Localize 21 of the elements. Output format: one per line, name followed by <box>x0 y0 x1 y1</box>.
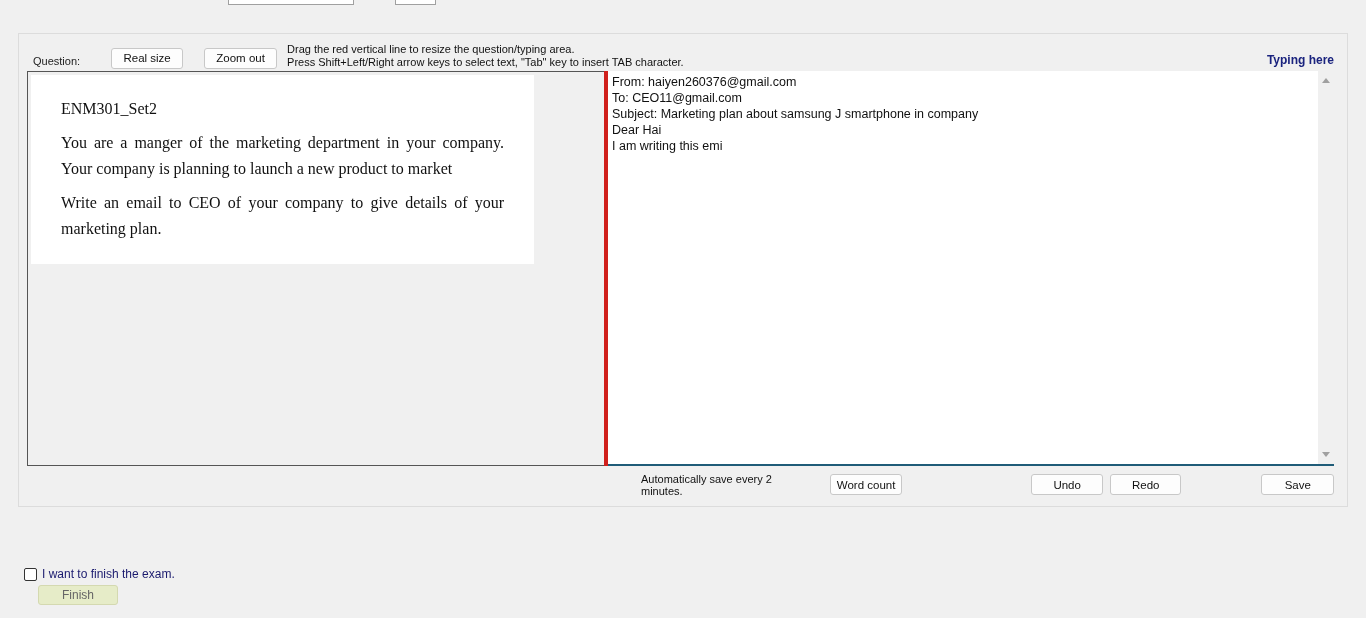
save-button[interactable]: Save <box>1261 474 1334 496</box>
scroll-down-icon[interactable] <box>1322 452 1330 459</box>
autosave-note: Automatically save every 2 minutes. <box>641 472 773 497</box>
question-title: ENM301_Set2 <box>61 98 158 119</box>
question-paragraph: You are a manger of the marketing department in your company. Your company is planning to launch a new product to market <box>61 133 504 180</box>
hint-text: Press Shift+Left/Right arrow keys to select text, "Tab" key to insert TAB character. <box>287 55 684 69</box>
zoom-out-button[interactable]: Zoom out <box>204 47 278 69</box>
finish-label: I want to finish the exam. <box>42 567 175 581</box>
scroll-up-icon[interactable] <box>1322 76 1330 83</box>
answer-field[interactable]: From: haiyen260376@gmail.com To: CEO11@gmail.com Subject: Marketing plan about samsung J smartphone in company Dear Hai I am writing this emi <box>608 70 1334 467</box>
word-count-button[interactable]: Word count <box>829 474 903 496</box>
finish-button[interactable]: Finish <box>38 585 118 605</box>
redo-button[interactable]: Redo <box>1109 474 1182 496</box>
typing-here-label: Typing here <box>1266 52 1334 67</box>
hint-text: Drag the red vertical line to resize the question/typing area. <box>287 42 576 56</box>
question-label: Question: <box>33 54 81 69</box>
splitter-handle[interactable] <box>604 70 608 467</box>
undo-button[interactable]: Undo <box>1031 474 1103 496</box>
real-size-button[interactable]: Real size <box>111 47 184 69</box>
checkbox[interactable] <box>24 567 37 581</box>
question-paragraph: Write an email to CEO of your company to give details of your marketing plan. <box>61 193 504 240</box>
